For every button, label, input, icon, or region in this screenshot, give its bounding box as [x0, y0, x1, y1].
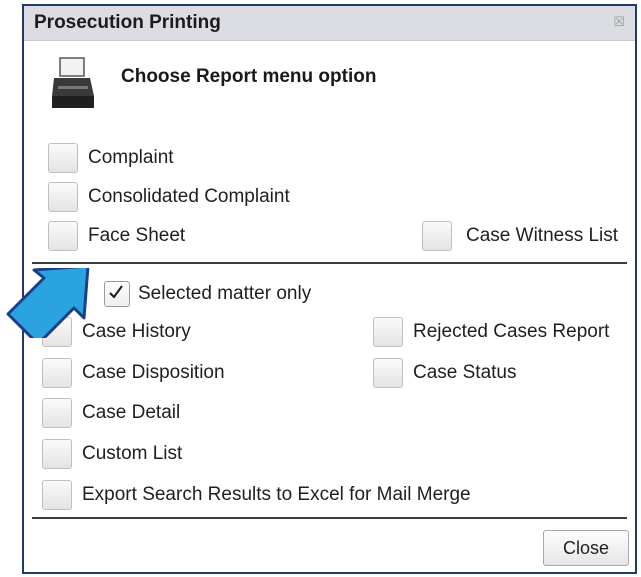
face-sheet-label: Face Sheet [88, 225, 186, 246]
dialog-title: Prosecution Printing [34, 12, 221, 33]
printer-icon [52, 57, 94, 108]
rejected-cases-report-label: Rejected Cases Report [413, 321, 610, 342]
section-divider-top [32, 262, 627, 264]
export-search-results-option[interactable]: Export Search Results to Excel for Mail … [42, 479, 471, 511]
prosecution-printing-dialog: Prosecution Printing ☒ Choose Report men… [22, 4, 637, 574]
consolidated-complaint-checkbox[interactable] [48, 182, 78, 212]
case-witness-list-label: Case Witness List [466, 225, 619, 246]
choose-report-heading: Choose Report menu option [121, 66, 377, 87]
selected-matter-only-label: Selected matter only [138, 283, 312, 304]
complaint-option[interactable]: Complaint [48, 142, 174, 174]
checkmark-icon [109, 285, 123, 299]
case-witness-list-checkbox[interactable] [422, 221, 452, 251]
rejected-cases-report-checkbox[interactable] [373, 317, 403, 347]
case-status-option[interactable]: Case Status [373, 357, 517, 389]
case-status-checkbox[interactable] [373, 358, 403, 388]
custom-list-checkbox[interactable] [42, 439, 72, 469]
case-detail-option[interactable]: Case Detail [42, 397, 180, 429]
case-disposition-label: Case Disposition [82, 362, 225, 383]
case-witness-list-option[interactable]: Case Witness List [422, 220, 618, 252]
close-button[interactable]: Close [543, 530, 629, 566]
case-detail-checkbox[interactable] [42, 398, 72, 428]
rejected-cases-report-option[interactable]: Rejected Cases Report [373, 316, 609, 348]
export-search-results-checkbox[interactable] [42, 480, 72, 510]
consolidated-complaint-label: Consolidated Complaint [88, 186, 290, 207]
complaint-checkbox[interactable] [48, 143, 78, 173]
pointer-arrow-icon [6, 268, 90, 338]
case-disposition-checkbox[interactable] [42, 358, 72, 388]
complaint-label: Complaint [88, 147, 174, 168]
face-sheet-checkbox[interactable] [48, 221, 78, 251]
case-status-label: Case Status [413, 362, 517, 383]
custom-list-label: Custom List [82, 443, 183, 464]
selected-matter-only-option[interactable]: Selected matter only [104, 278, 311, 310]
title-bar: Prosecution Printing ☒ [24, 6, 635, 41]
face-sheet-option[interactable]: Face Sheet [48, 220, 185, 252]
consolidated-complaint-option[interactable]: Consolidated Complaint [48, 181, 290, 213]
custom-list-option[interactable]: Custom List [42, 438, 182, 470]
close-window-icon[interactable]: ☒ [613, 14, 625, 30]
case-detail-label: Case Detail [82, 402, 181, 423]
section-divider-bottom [32, 517, 627, 519]
export-search-results-label: Export Search Results to Excel for Mail … [82, 484, 471, 505]
case-disposition-option[interactable]: Case Disposition [42, 357, 225, 389]
